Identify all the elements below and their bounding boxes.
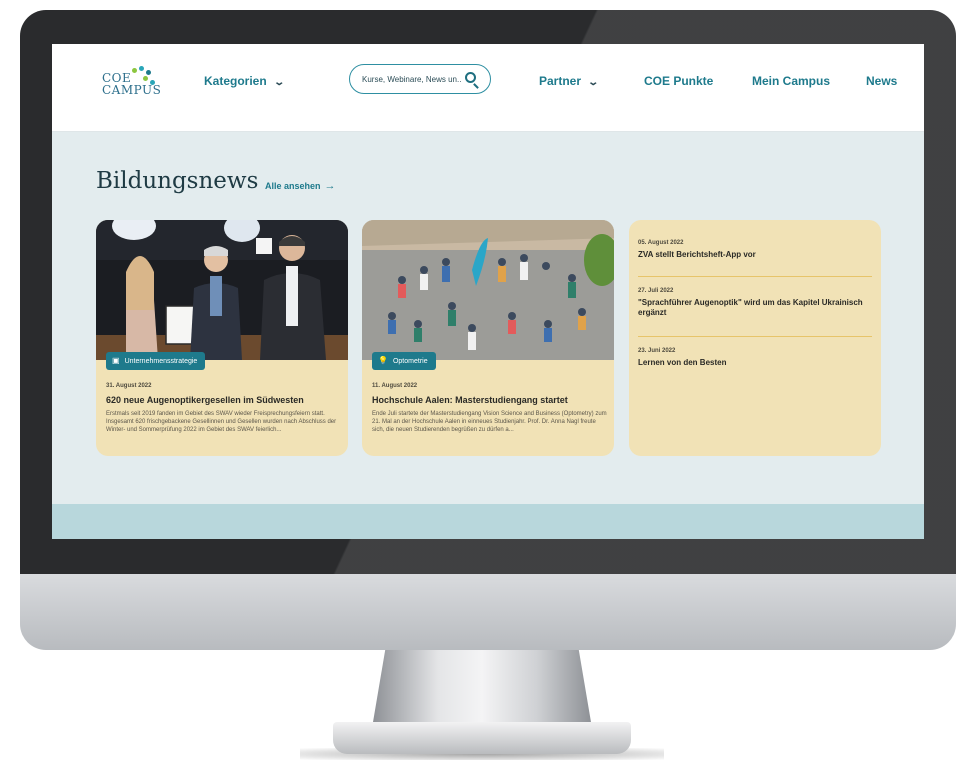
award-ceremony-photo xyxy=(96,220,348,360)
news-card[interactable]: ▣ Unternehmensstrategie 31. August 2022 6… xyxy=(96,220,348,456)
monitor-chin xyxy=(20,574,956,650)
nav-mein-campus[interactable]: Mein Campus xyxy=(752,74,830,88)
news-list-item[interactable]: 27. Juli 2022 "Sprachführer Augenoptik" … xyxy=(638,288,872,318)
news-excerpt: Ende Juli startete der Masterstudiengang… xyxy=(372,411,607,433)
section-title: Bildungsnews xyxy=(96,168,259,194)
news-list-title[interactable]: ZVA stellt Berichtsheft-App vor xyxy=(638,250,872,260)
nav-kategorien-label: Kategorien xyxy=(204,74,267,88)
search-input[interactable] xyxy=(362,71,462,87)
nav-kategorien[interactable]: Kategorien ⌄ xyxy=(204,74,285,88)
see-all-label: Alle ansehen xyxy=(265,181,321,191)
divider xyxy=(638,276,872,277)
nav-coe-punkte[interactable]: COE Punkte xyxy=(644,74,713,88)
news-list-title[interactable]: "Sprachführer Augenoptik" wird um das Ka… xyxy=(638,298,872,318)
news-excerpt: Erstmals seit 2019 fanden im Gebiet des … xyxy=(106,411,337,433)
news-list-date: 05. August 2022 xyxy=(638,240,684,246)
monitor-stand-base xyxy=(333,722,631,754)
category-tag[interactable]: 💡 Optometrie xyxy=(372,352,436,370)
news-list-title[interactable]: Lernen von den Besten xyxy=(638,358,872,368)
lightbulb-icon: 💡 xyxy=(378,356,388,365)
site-header: COE CAMPUS Kategorien ⌄ Partner ⌄ COE Punk… xyxy=(52,44,924,132)
divider xyxy=(638,336,872,337)
nav-partner[interactable]: Partner ⌄ xyxy=(539,74,600,88)
news-list-item[interactable]: 05. August 2022 ZVA stellt Berichtsheft-… xyxy=(638,240,872,260)
nav-partner-label: Partner xyxy=(539,74,582,88)
search-box[interactable] xyxy=(349,64,491,94)
website-screen: COE CAMPUS Kategorien ⌄ Partner ⌄ COE Punk… xyxy=(52,44,924,539)
news-list-date: 23. Juni 2022 xyxy=(638,348,676,354)
news-list-date: 27. Juli 2022 xyxy=(638,288,674,294)
logo-text-campus: CAMPUS xyxy=(102,83,162,97)
see-all-link[interactable]: Alle ansehen → xyxy=(265,180,336,192)
news-list-card: 05. August 2022 ZVA stellt Berichtsheft-… xyxy=(629,220,881,456)
logo-dot-icon xyxy=(139,66,144,71)
search-icon[interactable] xyxy=(465,72,476,83)
news-title[interactable]: 620 neue Augenoptikergesellen im Südwest… xyxy=(106,395,341,405)
students-group-photo xyxy=(362,220,614,360)
nav-news[interactable]: News xyxy=(866,74,897,88)
category-tag-label: Unternehmensstrategie xyxy=(124,358,198,365)
logo-dot-icon xyxy=(150,80,155,85)
footer-band xyxy=(52,504,924,539)
news-card-photo xyxy=(362,220,614,360)
monitor-mockup: COE CAMPUS Kategorien ⌄ Partner ⌄ COE Punk… xyxy=(0,0,962,768)
monitor-stand-neck xyxy=(372,650,592,728)
category-tag-label: Optometrie xyxy=(392,358,428,365)
logo-dot-icon xyxy=(146,70,151,75)
news-list-item[interactable]: 23. Juni 2022 Lernen von den Besten xyxy=(638,348,872,368)
arrow-right-icon: → xyxy=(324,180,336,192)
news-date: 31. August 2022 xyxy=(106,383,152,389)
news-card-photo xyxy=(96,220,348,360)
coe-campus-logo[interactable]: COE CAMPUS xyxy=(102,66,162,108)
logo-dot-icon xyxy=(143,76,148,81)
category-tag[interactable]: ▣ Unternehmensstrategie xyxy=(106,352,206,370)
logo-dot-icon xyxy=(132,68,137,73)
chevron-down-icon: ⌄ xyxy=(273,77,285,88)
store-icon: ▣ xyxy=(112,356,120,365)
news-title[interactable]: Hochschule Aalen: Masterstudiengang star… xyxy=(372,395,607,405)
news-date: 11. August 2022 xyxy=(372,383,418,389)
news-card[interactable]: 💡 Optometrie 11. August 2022 Hochschule A… xyxy=(362,220,614,456)
chevron-down-icon: ⌄ xyxy=(587,77,600,88)
